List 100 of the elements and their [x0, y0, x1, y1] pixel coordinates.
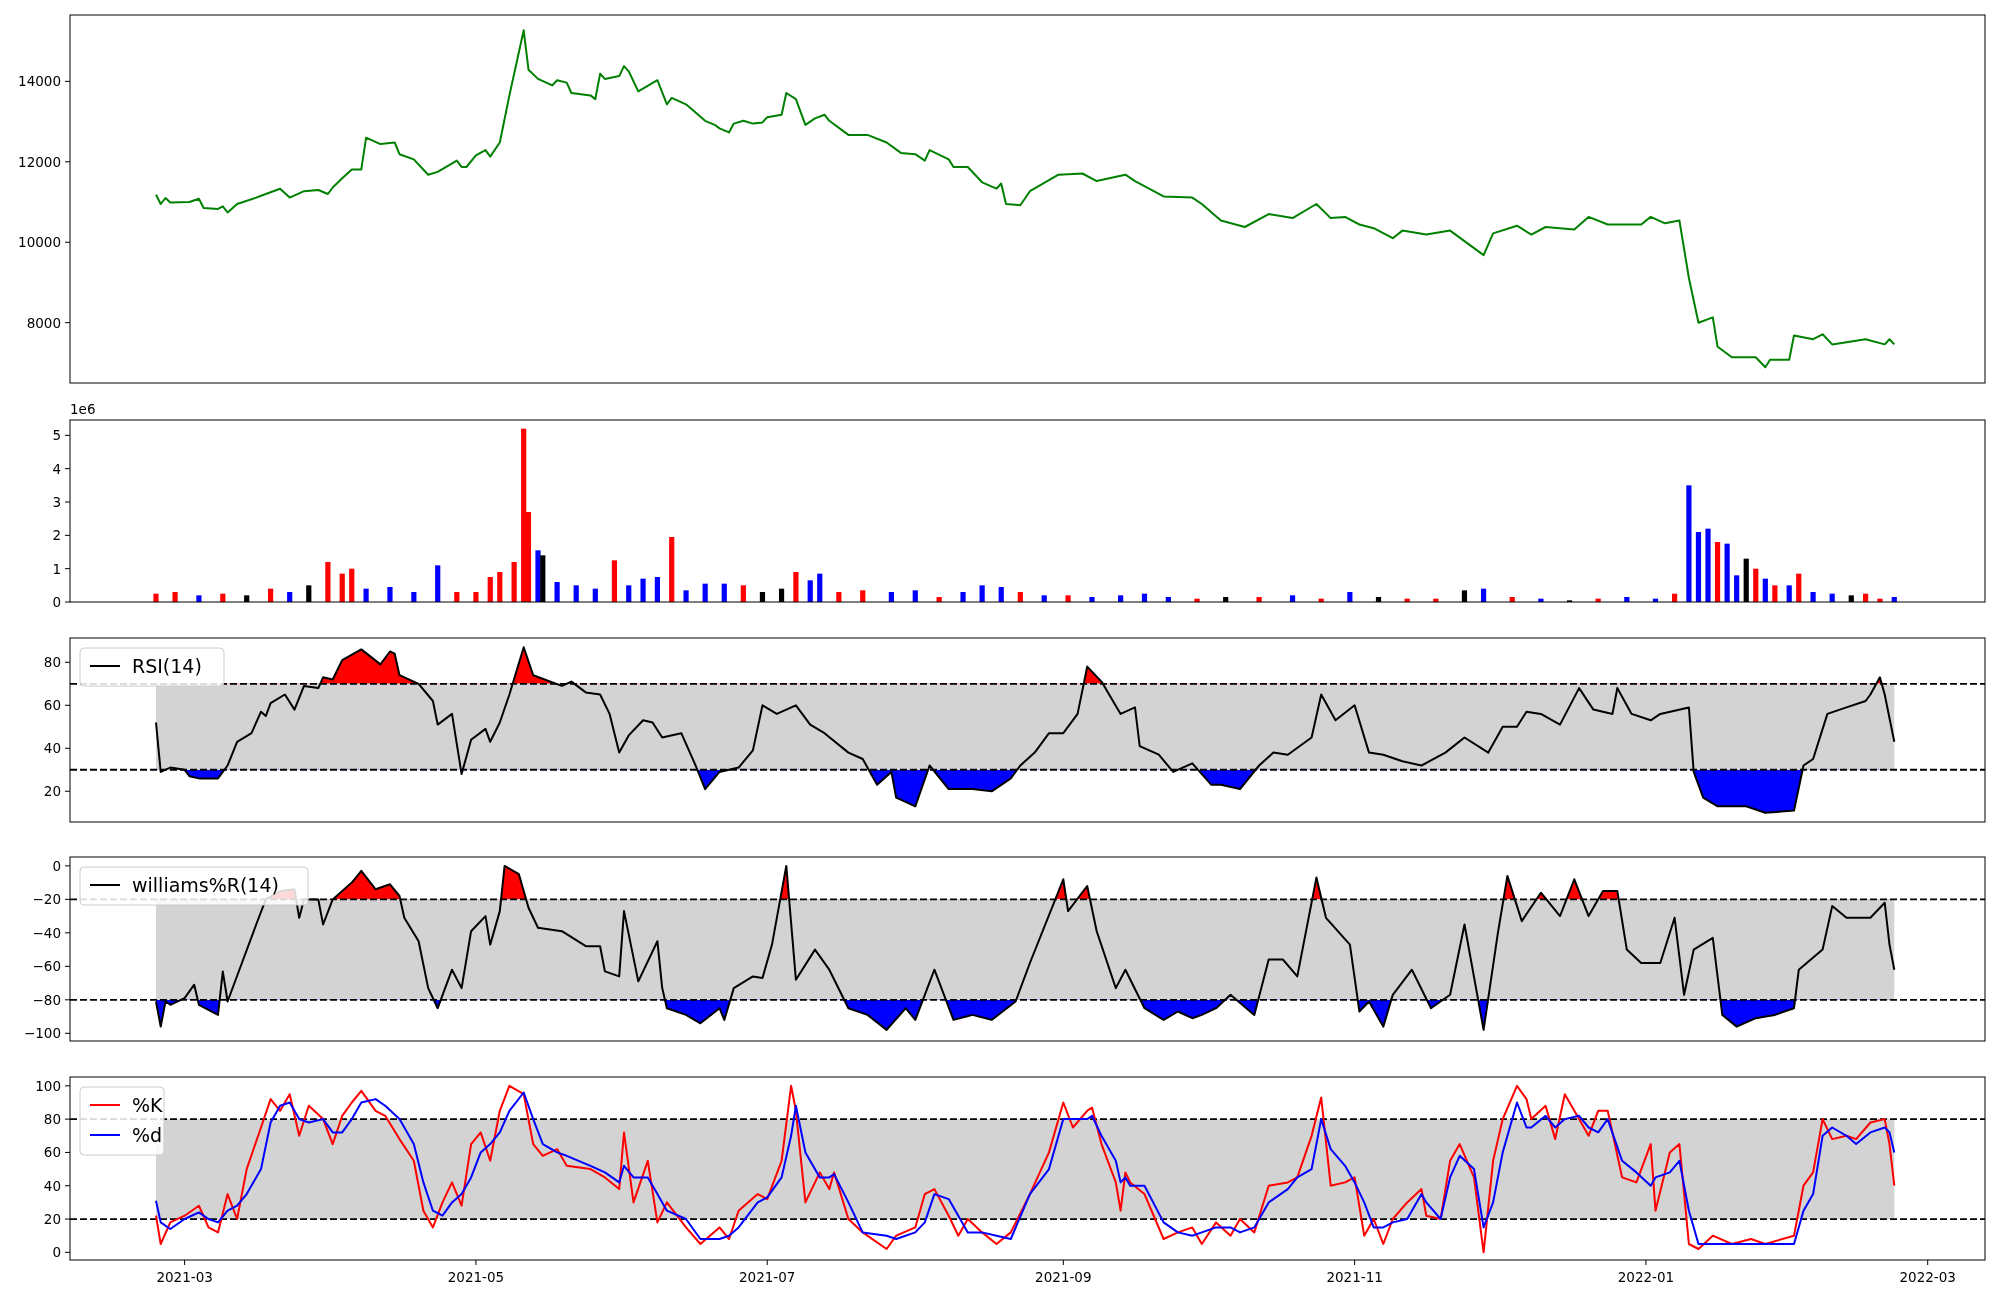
volume-bar [244, 595, 250, 602]
y-tick-label: −40 [32, 924, 61, 941]
legend-line-sample [89, 884, 121, 886]
y-tick-label: 8000 [26, 314, 61, 331]
volume-bar [1762, 578, 1768, 602]
legend-line-sample [89, 1134, 121, 1136]
tick-mark [1354, 1259, 1356, 1266]
tick-mark [64, 932, 71, 934]
tick-mark [64, 747, 71, 749]
y-tick-label: 80 [43, 1111, 61, 1128]
volume-bar [454, 592, 460, 602]
volume-bar [1318, 598, 1324, 602]
volume-bar [740, 585, 746, 602]
tick-mark [64, 865, 71, 867]
legend-label: RSI(14) [132, 655, 202, 677]
volume-bar [306, 585, 312, 602]
tick-mark [64, 898, 71, 900]
volume-bar [1065, 595, 1071, 602]
volume-bar [287, 592, 293, 602]
tick-mark [64, 322, 71, 324]
y-tick-label: −80 [32, 991, 61, 1008]
volume-bar [1289, 595, 1296, 602]
tick-mark [64, 999, 71, 1001]
volume-bar [611, 560, 617, 602]
volume-bar [267, 588, 274, 602]
volume-bar [592, 588, 598, 602]
volume-bar [511, 562, 517, 602]
tick-mark [766, 1259, 768, 1266]
volume-bar [153, 593, 159, 602]
volume-bar [1624, 597, 1630, 602]
volume-bar [1480, 588, 1487, 602]
volume-bar [1810, 592, 1816, 602]
volume-bar [1041, 595, 1047, 602]
volume-bar [1538, 598, 1544, 602]
volume-bar [1714, 542, 1721, 602]
volume-bar [1118, 595, 1124, 602]
y-tick-label: 4 [52, 460, 61, 477]
y-tick-label: 5 [52, 427, 61, 444]
volume-bar [1509, 597, 1515, 602]
volume-bar [497, 572, 503, 602]
volume-bar [1595, 598, 1601, 602]
volume-bar [411, 592, 417, 602]
tick-mark [64, 1085, 71, 1087]
volume-bar [1877, 598, 1883, 602]
tick-mark [64, 1251, 71, 1253]
x-tick-label: 2021-09 [1035, 1269, 1092, 1285]
x-tick-label: 2021-03 [156, 1269, 213, 1285]
tick-mark [64, 704, 71, 706]
volume-bar [349, 568, 355, 602]
y-tick-label: 80 [43, 654, 61, 671]
volume-bar [807, 580, 813, 602]
volume-bar [1695, 532, 1702, 602]
legend-label: %K [132, 1094, 163, 1116]
tick-mark [64, 568, 71, 570]
volume-bar [172, 592, 178, 602]
volume-bar [1404, 598, 1410, 602]
axis-offset-label: 1e6 [70, 401, 96, 417]
volume-bar [1194, 598, 1200, 602]
y-tick-label: 60 [43, 1144, 61, 1161]
legend-line-sample [89, 665, 121, 667]
volume-bar [473, 592, 479, 602]
y-tick-label: 100 [35, 1077, 61, 1094]
volume-bar [817, 573, 823, 602]
volume-bar [1743, 558, 1749, 602]
y-tick-label: −60 [32, 958, 61, 975]
tick-mark [64, 1218, 71, 1220]
volume-bar [363, 588, 369, 602]
tick-mark [475, 1259, 477, 1266]
volume-bar [888, 592, 894, 602]
volume-bar [1772, 585, 1778, 602]
volume-bar [640, 578, 646, 602]
y-tick-label: 12000 [18, 153, 61, 170]
volume-bar [1461, 590, 1468, 602]
y-tick-label: 0 [52, 1244, 61, 1261]
tick-mark [64, 1118, 71, 1120]
volume-bar [1017, 592, 1023, 602]
tick-mark [1062, 1259, 1064, 1266]
tick-mark [64, 661, 71, 663]
volume-bar [1347, 592, 1353, 602]
y-tick-label: 1 [52, 560, 61, 577]
volume-bar [1652, 598, 1659, 602]
y-tick-label: 40 [43, 740, 61, 757]
volume-bar [1375, 597, 1382, 602]
volume-bar [487, 577, 493, 602]
volume-bar [1786, 585, 1792, 602]
tick-mark [64, 80, 71, 82]
tick-mark [64, 501, 71, 503]
tick-mark [64, 965, 71, 967]
tick-mark [64, 601, 71, 603]
volume-bar [1165, 597, 1171, 602]
volume-bar [435, 565, 441, 602]
volume-bar [1848, 595, 1854, 602]
tick-mark [1645, 1259, 1647, 1266]
volume-bar [683, 590, 689, 602]
volume-bar [1829, 593, 1835, 602]
volume-bar [979, 585, 985, 602]
tick-mark [64, 1185, 71, 1187]
x-tick-label: 2021-05 [447, 1269, 505, 1285]
tick-mark [64, 1032, 71, 1034]
volume-bar [702, 583, 708, 602]
